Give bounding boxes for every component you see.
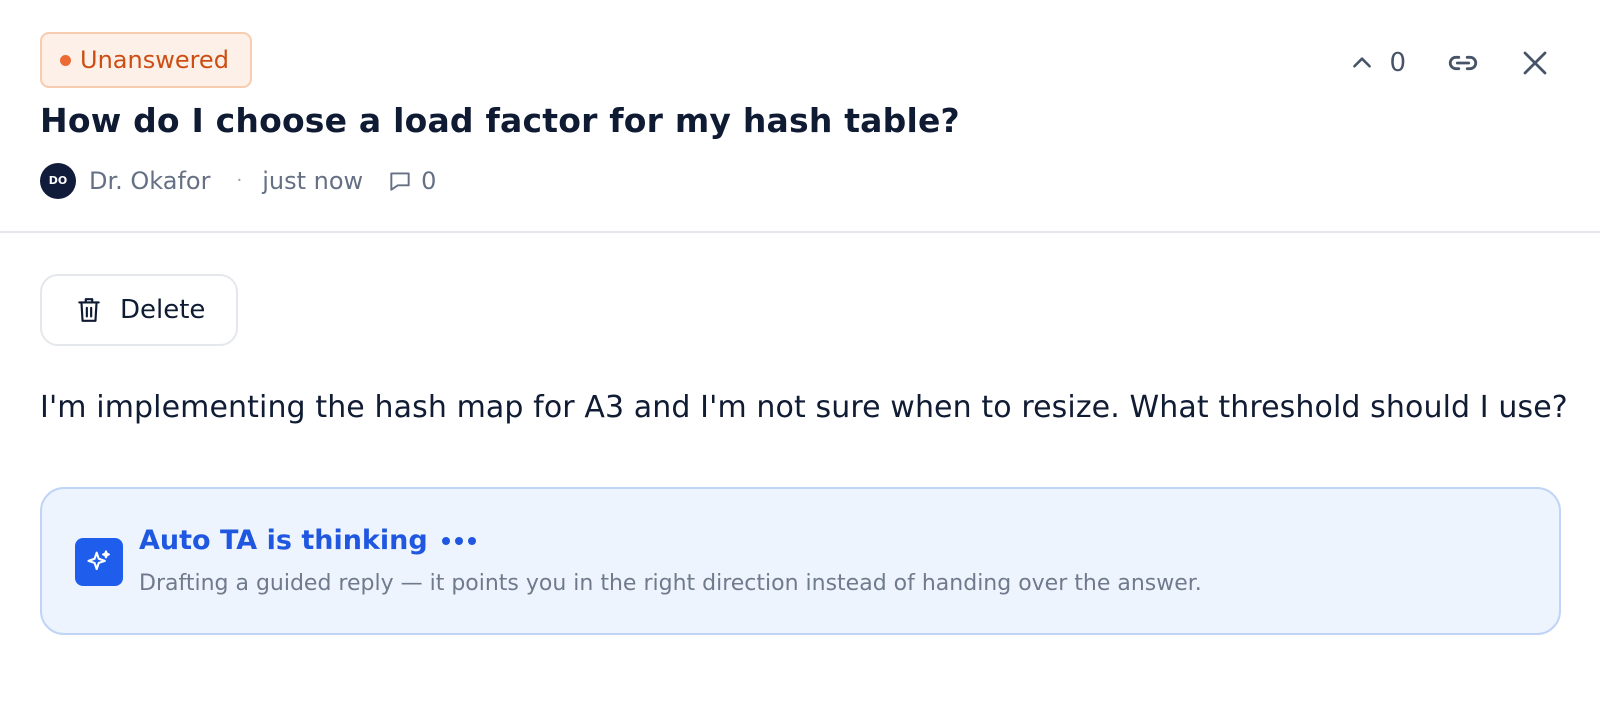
status-label: Unanswered: [80, 46, 229, 74]
close-button[interactable]: [1520, 48, 1550, 78]
auto-ta-title-text: Auto TA is thinking: [139, 525, 428, 556]
auto-ta-title: Auto TA is thinking: [139, 525, 481, 556]
header-actions: 0: [1349, 46, 1550, 80]
avatar: DO: [40, 162, 76, 199]
close-icon: [1523, 51, 1547, 75]
status-badge: Unanswered: [40, 32, 252, 88]
author-name: Dr. Okafor: [89, 166, 211, 195]
upvote-count: 0: [1389, 48, 1406, 78]
timestamp: just now: [262, 166, 364, 195]
comment-count-value: 0: [421, 166, 437, 195]
meta-separator: ·: [236, 170, 243, 191]
status-dot: [60, 54, 71, 66]
question-detail-panel: Unanswered How do I choose a load factor…: [0, 0, 1600, 720]
question-title: How do I choose a load factor for my has…: [40, 101, 960, 140]
delete-label: Delete: [120, 295, 206, 325]
question-header: Unanswered How do I choose a load factor…: [0, 0, 1600, 233]
chevron-up-icon: [1353, 57, 1372, 68]
question-body: I'm implementing the hash map for A3 and…: [40, 390, 1568, 425]
delete-button[interactable]: Delete: [40, 274, 238, 346]
trash-icon: [78, 298, 100, 322]
upvote-button[interactable]: 0: [1349, 48, 1406, 78]
comment-count[interactable]: 0: [387, 167, 436, 195]
sparkle-icon: [75, 538, 123, 586]
thinking-dots: [441, 536, 481, 545]
question-meta: DO Dr. Okafor · just now 0: [40, 162, 436, 199]
auto-ta-subtitle: Drafting a guided reply — it points you …: [139, 571, 1202, 596]
comment-icon: [390, 171, 410, 191]
copy-link-button[interactable]: [1446, 46, 1480, 80]
auto-ta-status-card: Auto TA is thinking Drafting a guided re…: [40, 487, 1561, 635]
link-icon: [1448, 55, 1478, 71]
